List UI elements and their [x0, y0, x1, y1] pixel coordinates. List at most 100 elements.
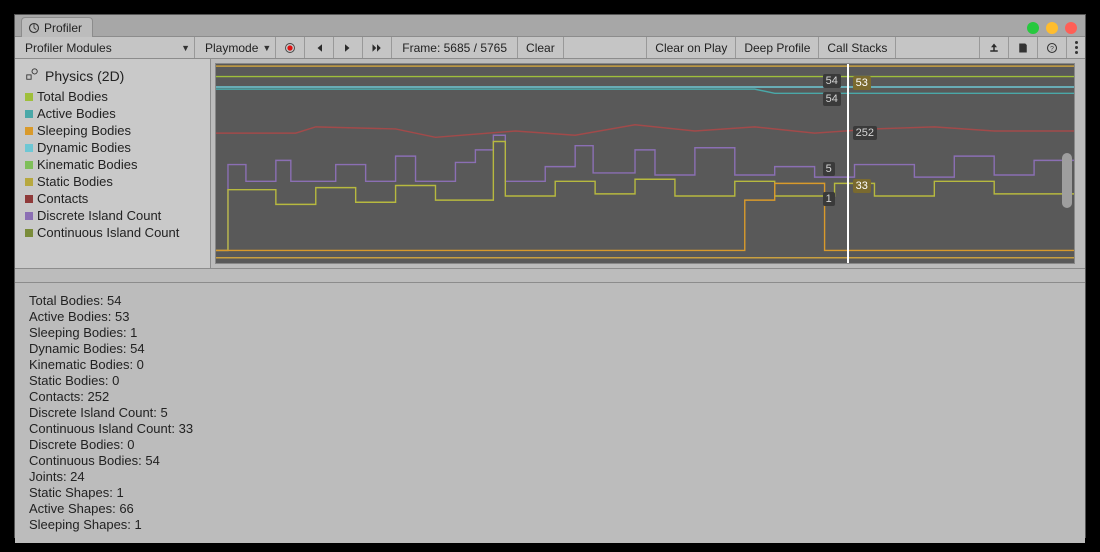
- frame-cursor[interactable]: [847, 64, 849, 263]
- legend-swatch: [25, 212, 33, 220]
- legend-item[interactable]: Active Bodies: [15, 105, 210, 122]
- legend-item[interactable]: Kinematic Bodies: [15, 156, 210, 173]
- kebab-dot: [1075, 51, 1078, 54]
- legend-swatch: [25, 229, 33, 237]
- profiler-icon: [28, 22, 40, 34]
- frame-text: Frame: 5685 / 5765: [402, 41, 507, 55]
- module-sidebar: Physics (2D) Total Bodies Active Bodies Sl…: [15, 59, 211, 268]
- detail-row: Active Bodies: 53: [29, 309, 1071, 325]
- svg-text:?: ?: [1050, 45, 1054, 52]
- button-label: Clear: [526, 41, 555, 55]
- tab-profiler[interactable]: Profiler: [21, 17, 93, 37]
- legend-label: Static Bodies: [37, 174, 113, 189]
- frame-indicator: Frame: 5685 / 5765: [392, 37, 518, 58]
- detail-row: Contacts: 252: [29, 389, 1071, 405]
- chart-canvas: [216, 64, 1074, 263]
- legend-swatch: [25, 127, 33, 135]
- module-title[interactable]: Physics (2D): [15, 65, 210, 88]
- clear-on-play-button[interactable]: Clear on Play: [647, 37, 736, 58]
- chart-value-marker: 54: [823, 74, 841, 88]
- legend-swatch: [25, 144, 33, 152]
- detail-row: Continuous Island Count: 33: [29, 421, 1071, 437]
- skip-forward-icon: [342, 42, 354, 54]
- legend-label: Sleeping Bodies: [37, 123, 131, 138]
- tab-label: Profiler: [44, 21, 82, 35]
- toolbar-spacer: [896, 37, 980, 58]
- legend-label: Discrete Island Count: [37, 208, 161, 223]
- splitter[interactable]: [15, 269, 1085, 283]
- chart-area[interactable]: 5453542525331: [215, 63, 1075, 264]
- legend-label: Continuous Island Count: [37, 225, 179, 240]
- legend-swatch: [25, 178, 33, 186]
- legend-label: Kinematic Bodies: [37, 157, 137, 172]
- dropdown-label: Profiler Modules: [25, 41, 112, 55]
- chart-value-marker: 252: [853, 126, 877, 140]
- detail-row: Total Bodies: 54: [29, 293, 1071, 309]
- detail-row: Discrete Bodies: 0: [29, 437, 1071, 453]
- profiler-modules-dropdown[interactable]: Profiler Modules ▼: [15, 37, 195, 58]
- button-label: Clear on Play: [655, 41, 727, 55]
- legend-label: Active Bodies: [37, 106, 116, 121]
- scroll-thumb[interactable]: [1062, 153, 1072, 208]
- skip-back-icon: [313, 42, 325, 54]
- detail-row: Kinematic Bodies: 0: [29, 357, 1071, 373]
- chart-value-marker: 1: [823, 192, 835, 206]
- clear-button[interactable]: Clear: [518, 37, 564, 58]
- maximize-button[interactable]: [1046, 22, 1058, 34]
- legend-item[interactable]: Sleeping Bodies: [15, 122, 210, 139]
- save-button[interactable]: [1009, 37, 1038, 58]
- help-button[interactable]: ?: [1038, 37, 1067, 58]
- module-title-text: Physics (2D): [45, 68, 124, 84]
- legend-swatch: [25, 93, 33, 101]
- record-button[interactable]: [276, 37, 305, 58]
- profiler-window: Profiler Profiler Modules ▼ Playmode ▼: [14, 14, 1086, 538]
- legend-item[interactable]: Dynamic Bodies: [15, 139, 210, 156]
- deep-profile-button[interactable]: Deep Profile: [736, 37, 819, 58]
- kebab-dot: [1075, 46, 1078, 49]
- chart-value-marker: 33: [853, 179, 871, 193]
- minimize-button[interactable]: [1027, 22, 1039, 34]
- detail-row: Discrete Island Count: 5: [29, 405, 1071, 421]
- toolbar: Profiler Modules ▼ Playmode ▼: [15, 37, 1085, 59]
- kebab-dot: [1075, 41, 1078, 44]
- help-icon: ?: [1046, 42, 1058, 54]
- legend-swatch: [25, 195, 33, 203]
- legend-item[interactable]: Static Bodies: [15, 173, 210, 190]
- detail-row: Active Shapes: 66: [29, 501, 1071, 517]
- load-icon: [988, 42, 1000, 54]
- legend-item[interactable]: Discrete Island Count: [15, 207, 210, 224]
- chart-value-marker: 54: [823, 92, 841, 106]
- legend-label: Contacts: [37, 191, 88, 206]
- details-panel: Total Bodies: 54Active Bodies: 53Sleepin…: [15, 283, 1085, 543]
- chevron-down-icon: ▼: [262, 43, 271, 53]
- button-label: Call Stacks: [827, 41, 887, 55]
- legend-item[interactable]: Contacts: [15, 190, 210, 207]
- next-frame-button[interactable]: [334, 37, 363, 58]
- chevron-down-icon: ▼: [181, 43, 190, 53]
- legend-item[interactable]: Total Bodies: [15, 88, 210, 105]
- context-menu-button[interactable]: [1067, 37, 1085, 58]
- chart-value-marker: 53: [853, 76, 871, 90]
- detail-row: Dynamic Bodies: 54: [29, 341, 1071, 357]
- legend-label: Total Bodies: [37, 89, 108, 104]
- call-stacks-button[interactable]: Call Stacks: [819, 37, 896, 58]
- detail-row: Joints: 24: [29, 469, 1071, 485]
- profiler-body: Physics (2D) Total Bodies Active Bodies Sl…: [15, 59, 1085, 269]
- toolbar-spacer: [564, 37, 648, 58]
- prev-frame-button[interactable]: [305, 37, 334, 58]
- chart-scrollbar[interactable]: [1062, 68, 1072, 259]
- playmode-dropdown[interactable]: Playmode ▼: [195, 37, 276, 58]
- current-frame-button[interactable]: [363, 37, 392, 58]
- legend-swatch: [25, 161, 33, 169]
- tab-bar: Profiler: [15, 15, 1085, 37]
- close-button[interactable]: [1065, 22, 1077, 34]
- legend-label: Dynamic Bodies: [37, 140, 131, 155]
- load-button[interactable]: [980, 37, 1009, 58]
- legend-item[interactable]: Continuous Island Count: [15, 224, 210, 241]
- detail-row: Sleeping Bodies: 1: [29, 325, 1071, 341]
- button-label: Deep Profile: [744, 41, 810, 55]
- window-controls: [1027, 22, 1077, 34]
- dropdown-label: Playmode: [205, 41, 258, 55]
- physics2d-icon: [25, 67, 39, 84]
- legend-swatch: [25, 110, 33, 118]
